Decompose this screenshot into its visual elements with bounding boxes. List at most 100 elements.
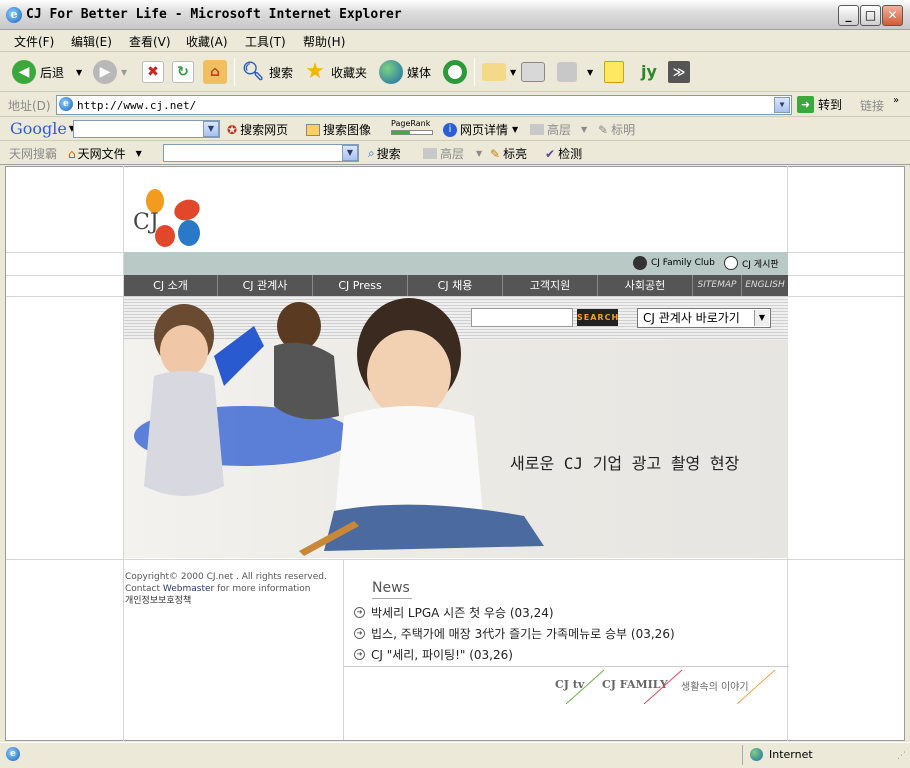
nav-social[interactable]: 사회공헌 — [598, 275, 693, 296]
google-logo[interactable]: Google ▼ — [10, 119, 75, 138]
back-button[interactable]: ◀ 后退 ▼ — [12, 60, 82, 84]
tianwang-files-dropdown-icon[interactable]: ▼ — [136, 149, 142, 158]
search-label: 搜索 — [269, 65, 294, 80]
minimize-button[interactable]: _ — [838, 5, 859, 26]
webmaster-link[interactable]: Webmaster — [163, 584, 214, 594]
nav-support[interactable]: 고객지원 — [503, 275, 598, 296]
history-button[interactable] — [443, 60, 471, 84]
contact-line: Contact Webmaster for more information — [125, 583, 327, 595]
site-search-button[interactable]: SEARCH — [577, 309, 618, 326]
slash-decoration-icon — [737, 669, 776, 704]
news-item[interactable]: ➔ CJ "세리, 파이팅!" (03,26) — [354, 646, 513, 663]
history-clock-icon — [443, 60, 467, 84]
menu-tools[interactable]: 工具(T) — [245, 33, 286, 50]
edit-page-icon — [557, 62, 577, 82]
print-button[interactable] — [521, 60, 549, 84]
nav-english[interactable]: ENGLISH — [742, 275, 788, 296]
news-item[interactable]: ➔ 빕스, 주택가에 매장 3代가 즐기는 가족메뉴로 승부 (03,26) — [354, 625, 675, 642]
jy-button[interactable]: jy — [636, 60, 666, 84]
board-link[interactable]: CJ 게시판 — [724, 256, 779, 270]
toolbar-separator — [234, 58, 235, 86]
resize-grip-icon[interactable]: ⋰ — [897, 751, 906, 761]
tianwang-search-input[interactable]: ▼ — [163, 144, 359, 162]
close-button[interactable]: ✕ — [882, 5, 903, 26]
edit-button[interactable]: ▼ — [557, 60, 593, 84]
tianwang-highlight-dropdown-icon[interactable]: ▼ — [476, 149, 482, 158]
nav-press[interactable]: CJ Press — [313, 275, 408, 296]
cj-logo[interactable]: CJ — [129, 186, 209, 250]
page-info-dropdown-icon[interactable]: ▼ — [512, 125, 518, 134]
discuss-button[interactable] — [604, 60, 628, 84]
tianwang-check-label: 检测 — [558, 147, 583, 161]
links-label[interactable]: 链接 — [860, 97, 884, 114]
google-search-input[interactable]: ▼ — [73, 120, 220, 138]
pagerank-bar — [391, 130, 433, 135]
tianwang-check-button[interactable]: ✔ 检测 — [545, 145, 582, 162]
menu-favorites[interactable]: 收藏(A) — [186, 33, 228, 50]
favorites-button[interactable]: ★ 收藏夹 — [303, 60, 367, 84]
nav-recruit[interactable]: CJ 채용 — [408, 275, 503, 296]
stop-button[interactable]: ✖ — [142, 60, 168, 84]
family-club-icon — [633, 256, 647, 270]
family-club-link[interactable]: CJ Family Club — [633, 256, 715, 270]
menu-view[interactable]: 查看(V) — [129, 33, 171, 50]
go-button[interactable]: ➜ 转到 — [797, 96, 842, 113]
news-item[interactable]: ➔ 박세리 LPGA 시즌 첫 우승 (03,24) — [354, 604, 554, 621]
site-search-input[interactable] — [471, 308, 573, 327]
search-web-button[interactable]: ✪ 搜索网页 — [227, 121, 288, 138]
search-magnifier-icon: ⌕ — [368, 146, 375, 160]
tianwang-label: 天网搜霸 — [9, 147, 58, 161]
edit-dropdown-icon[interactable]: ▼ — [587, 68, 593, 77]
tianwang-search-label: 搜索 — [376, 147, 401, 161]
menu-edit[interactable]: 编辑(E) — [71, 33, 112, 50]
menu-file[interactable]: 文件(F) — [14, 33, 54, 50]
hero-banner[interactable]: SEARCH CJ 관계사 바로가기 ▼ 새로운 CJ 기업 광고 촬영 현장 — [124, 296, 788, 558]
highlighter-icon: ✎ — [490, 146, 501, 161]
home-button[interactable]: ⌂ — [203, 60, 231, 84]
tianwang-highlight-button[interactable]: 高层 ▼ — [423, 145, 482, 162]
highlight-dropdown-icon[interactable]: ▼ — [581, 125, 587, 134]
google-search-dropdown-icon[interactable]: ▼ — [203, 121, 219, 137]
family-club-label: CJ Family Club — [651, 258, 715, 268]
links-chevron-icon[interactable]: » — [893, 95, 899, 106]
note-icon — [604, 61, 624, 83]
mail-icon — [482, 63, 506, 81]
nav-sitemap[interactable]: SITEMAP — [693, 275, 742, 296]
highlight-button[interactable]: 高层 ▼ — [530, 121, 587, 138]
search-button[interactable]: 🔍︎ 搜索 — [241, 60, 293, 84]
maximize-button[interactable]: □ — [860, 5, 881, 26]
affiliate-select[interactable]: CJ 관계사 바로가기 ▼ — [637, 308, 771, 328]
forward-dropdown-icon[interactable]: ▼ — [121, 68, 127, 77]
tianwang-mark-label: 标亮 — [503, 147, 528, 161]
folder-icon — [530, 124, 544, 135]
mail-dropdown-icon[interactable]: ▼ — [510, 68, 516, 77]
contact-suffix: for more information — [217, 584, 311, 594]
favorites-star-icon: ★ — [305, 59, 325, 84]
back-dropdown-icon[interactable]: ▼ — [76, 68, 82, 77]
tianwang-mark-button[interactable]: ✎ 标亮 — [490, 145, 527, 162]
extra-button[interactable]: ≫ — [668, 60, 694, 84]
nav-affiliates[interactable]: CJ 관계사 — [218, 275, 313, 296]
site-nav: CJ 소개 CJ 관계사 CJ Press CJ 채용 고객지원 사회공헌 SI… — [124, 275, 788, 296]
mail-button[interactable]: ▼ — [482, 60, 516, 84]
address-dropdown-icon[interactable]: ▼ — [774, 97, 790, 113]
privacy-policy-link[interactable]: 개인정보보호정책 — [125, 595, 327, 607]
forward-button[interactable]: ▶ ▼ — [93, 60, 127, 84]
menu-help[interactable]: 帮助(H) — [303, 33, 345, 50]
menu-bar: 文件(F) 编辑(E) 查看(V) 收藏(A) 工具(T) 帮助(H) — [0, 30, 910, 78]
refresh-button[interactable]: ↻ — [172, 60, 198, 84]
page-info-button[interactable]: i 网页详情 ▼ — [443, 121, 518, 138]
mark-button[interactable]: ✎ 标明 — [598, 121, 635, 138]
tianwang-files-button[interactable]: ⌂ 天网文件 ▼ — [68, 145, 142, 162]
google-toolbar: Google ▼ ▼ ✪ 搜索网页 搜索图像 PageRank i 网页详情 ▼… — [0, 117, 910, 141]
tianwang-search-dropdown-icon[interactable]: ▼ — [342, 145, 358, 161]
nav-about[interactable]: CJ 소개 — [124, 275, 218, 296]
search-images-button[interactable]: 搜索图像 — [306, 121, 371, 138]
affiliate-select-dropdown-icon[interactable]: ▼ — [754, 310, 769, 326]
board-label: CJ 게시판 — [742, 259, 779, 270]
media-button[interactable]: 媒体 — [379, 60, 431, 84]
hero-headline[interactable]: 새로운 CJ 기업 광고 촬영 현장 — [510, 450, 739, 474]
tianwang-search-button[interactable]: ⌕ 搜索 — [368, 145, 401, 162]
address-field[interactable]: e http://www.cj.net/ ▼ — [56, 95, 792, 115]
security-zone: Internet — [750, 748, 813, 761]
